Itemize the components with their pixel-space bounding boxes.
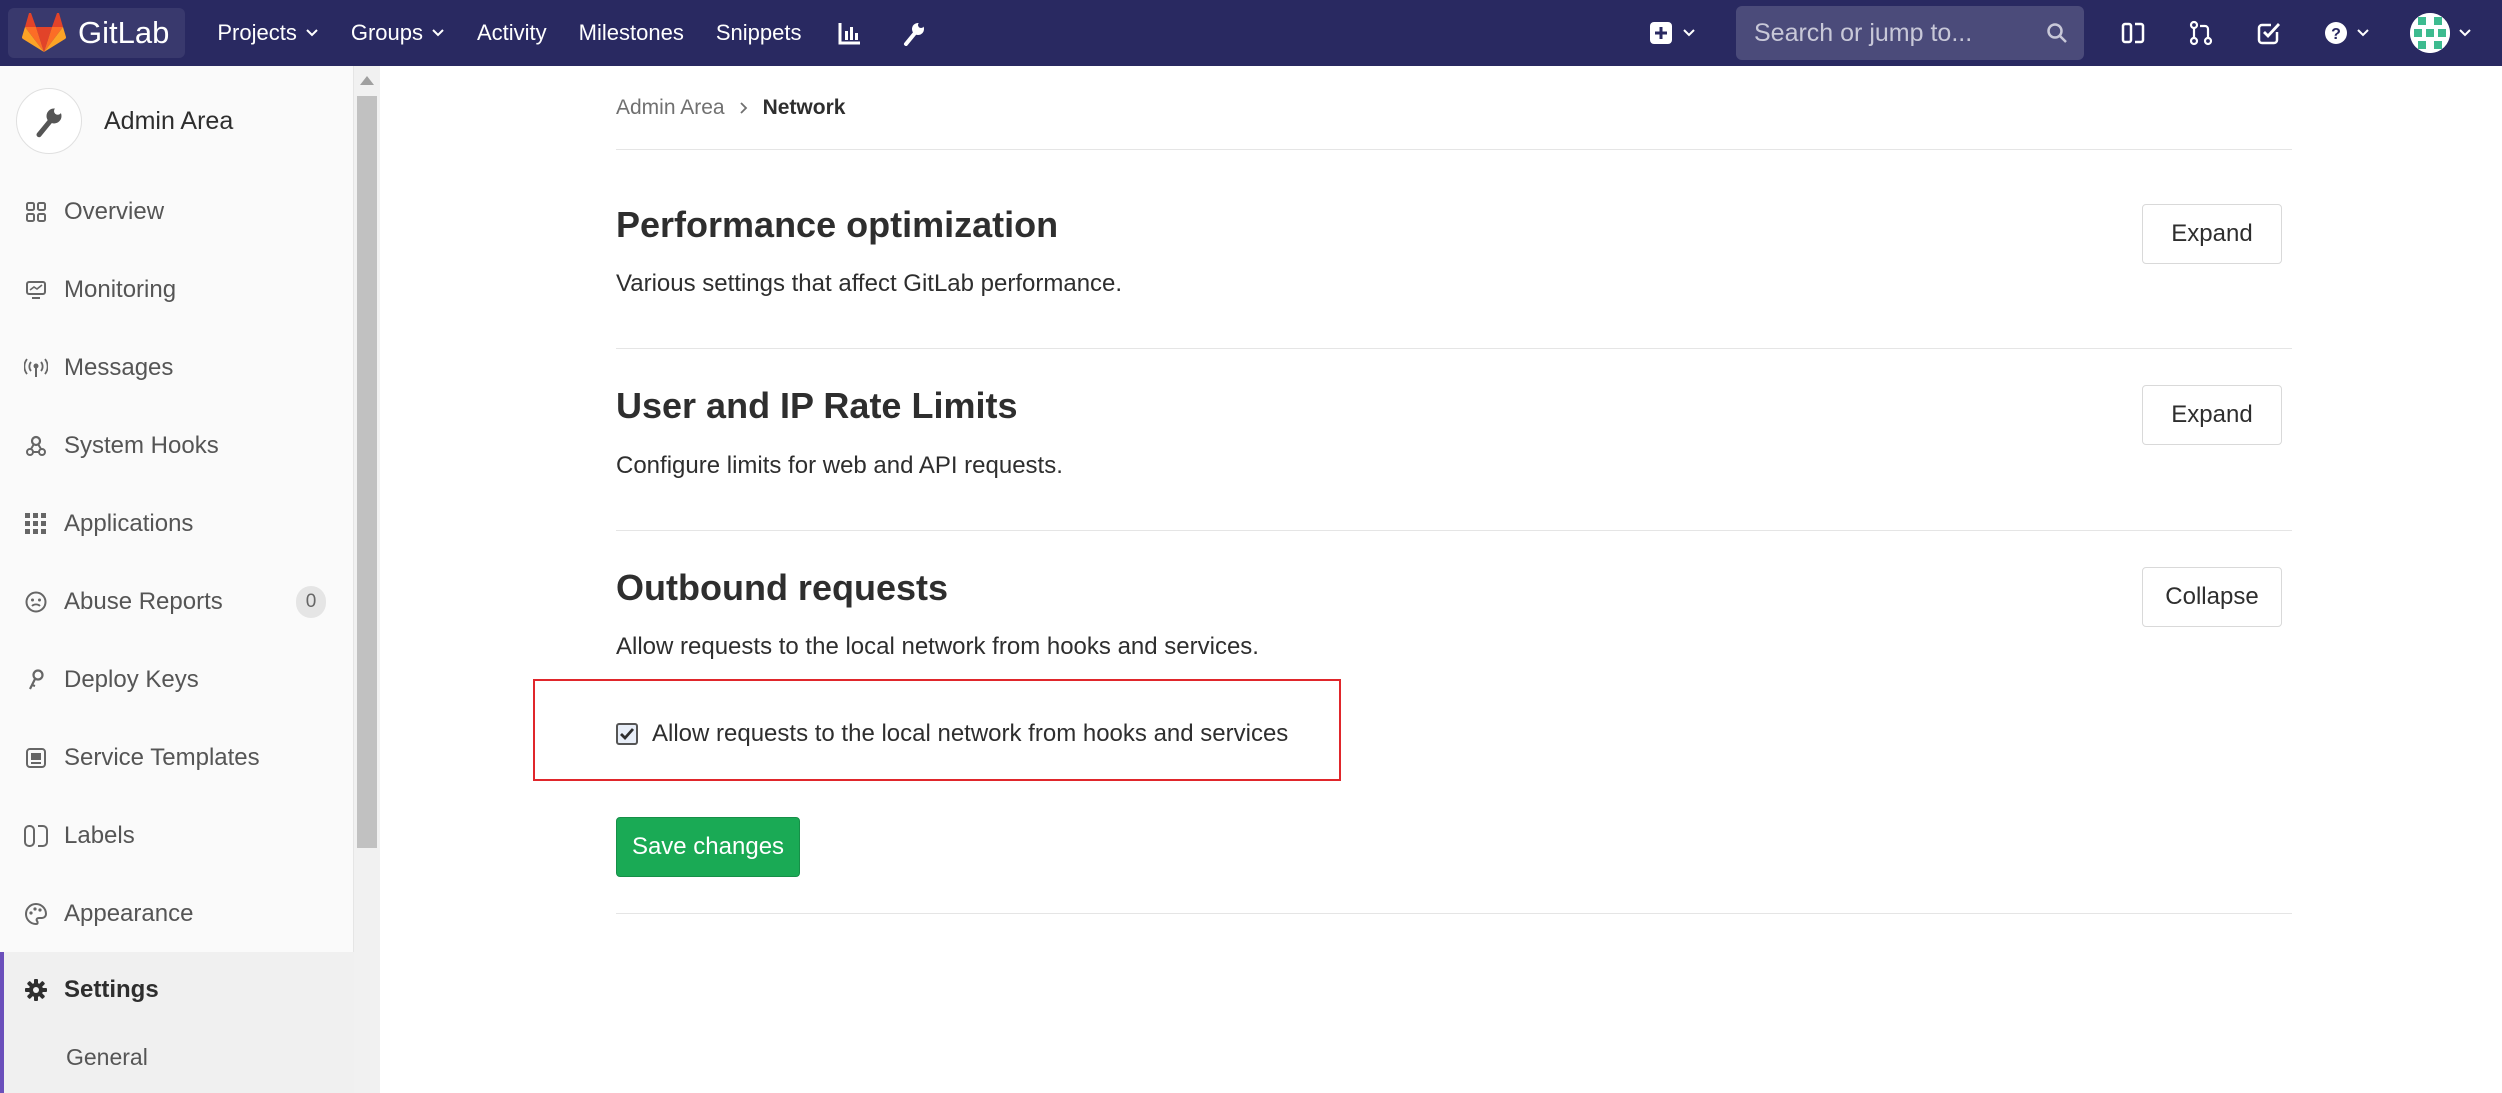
- abuse-reports-count-badge: 0: [296, 586, 326, 618]
- scrollbar-thumb[interactable]: [357, 96, 377, 848]
- sidebar-item-system-hooks[interactable]: System Hooks: [0, 416, 354, 476]
- groups-menu-label: Groups: [350, 20, 423, 45]
- plus-square-icon: [1650, 22, 1672, 44]
- search-box[interactable]: [1736, 6, 2084, 60]
- apps-grid-icon: [24, 512, 48, 536]
- checkmark-icon: [620, 728, 635, 741]
- divider: [616, 348, 2292, 349]
- help-icon: ?: [2325, 22, 2347, 44]
- scroll-up-arrow-icon[interactable]: [360, 76, 374, 85]
- top-navbar: GitLab Projects Groups Activity Mileston…: [0, 0, 2502, 66]
- user-avatar: [2410, 13, 2450, 53]
- breadcrumb: Admin Area Network: [616, 96, 845, 120]
- hook-icon: [24, 434, 48, 458]
- wrench-icon[interactable]: [901, 20, 927, 46]
- user-menu[interactable]: [2410, 13, 2472, 53]
- collapse-outbound-button[interactable]: Collapse: [2142, 567, 2282, 627]
- sidebar-item-service-templates[interactable]: Service Templates: [0, 728, 354, 788]
- wrench-icon: [36, 107, 62, 138]
- divider: [616, 149, 2292, 150]
- projects-menu[interactable]: Projects: [217, 20, 318, 46]
- sidebar-item-applications[interactable]: Applications: [0, 494, 354, 554]
- sidebar-item-label: System Hooks: [64, 432, 219, 459]
- sidebar-item-label: Messages: [64, 354, 174, 381]
- chart-icon[interactable]: [837, 20, 863, 46]
- section-title-performance: Performance optimization: [616, 204, 1059, 245]
- section-desc-performance: Various settings that affect GitLab perf…: [616, 270, 1123, 297]
- search-icon: [2047, 23, 2067, 43]
- merge-request-icon[interactable]: [2186, 18, 2216, 48]
- sidebar-header[interactable]: Admin Area: [16, 88, 233, 154]
- chevron-down-icon: [432, 29, 444, 37]
- divider: [616, 530, 2292, 531]
- sidebar-item-label: Monitoring: [64, 276, 177, 303]
- section-title-outbound: Outbound requests: [616, 567, 948, 608]
- svg-text:?: ?: [2331, 26, 2341, 43]
- gitlab-logo-icon: [22, 13, 66, 52]
- sidebar-item-messages[interactable]: Messages: [0, 338, 354, 398]
- todo-icon[interactable]: [2254, 18, 2284, 48]
- allow-local-requests-checkbox[interactable]: [616, 723, 638, 745]
- sidebar-item-deploy-keys[interactable]: Deploy Keys: [0, 650, 354, 710]
- admin-sidebar: Admin Area Overview Monitoring Messages …: [0, 66, 354, 1093]
- expand-rate-limits-button[interactable]: Expand: [2142, 385, 2282, 445]
- gear-icon: [24, 978, 48, 1002]
- groups-menu[interactable]: Groups: [351, 20, 445, 46]
- expand-performance-button[interactable]: Expand: [2142, 204, 2282, 264]
- sidebar-item-label: Appearance: [64, 900, 194, 927]
- sidebar-subitem-general[interactable]: General: [66, 1044, 148, 1071]
- broadcast-icon: [24, 356, 48, 380]
- sidebar-item-label: Deploy Keys: [64, 666, 199, 693]
- grid-icon: [24, 200, 48, 224]
- sidebar-item-appearance[interactable]: Appearance: [0, 884, 354, 944]
- sidebar-item-label: Service Templates: [64, 744, 260, 771]
- milestones-link[interactable]: Milestones: [579, 20, 684, 46]
- face-icon: [24, 590, 48, 614]
- sidebar-item-monitoring[interactable]: Monitoring: [0, 260, 354, 320]
- allow-local-requests-label[interactable]: Allow requests to the local network from…: [652, 720, 1288, 748]
- admin-area-avatar: [16, 88, 82, 154]
- settings-submenu: General: [0, 1028, 354, 1093]
- issues-icon[interactable]: [2118, 18, 2148, 48]
- section-desc-rate-limits: Configure limits for web and API request…: [616, 452, 1063, 479]
- new-dropdown[interactable]: [1650, 22, 1696, 44]
- sidebar-item-label: Overview: [64, 198, 165, 225]
- chevron-down-icon: [2357, 29, 2369, 37]
- monitor-icon: [24, 278, 48, 302]
- projects-menu-label: Projects: [217, 20, 297, 45]
- snippets-link[interactable]: Snippets: [716, 20, 802, 46]
- brand-name: GitLab: [78, 15, 170, 50]
- section-desc-outbound: Allow requests to the local network from…: [616, 633, 1259, 660]
- template-icon: [24, 746, 48, 770]
- divider: [616, 913, 2292, 914]
- gitlab-home-link[interactable]: GitLab: [8, 8, 186, 58]
- sidebar-item-abuse-reports[interactable]: Abuse Reports 0: [0, 572, 354, 632]
- section-title-rate-limits: User and IP Rate Limits: [616, 385, 1018, 426]
- sidebar-item-label: Labels: [64, 822, 135, 849]
- sidebar-item-labels[interactable]: Labels: [0, 806, 354, 866]
- help-dropdown[interactable]: ?: [2322, 18, 2372, 48]
- breadcrumb-admin-area[interactable]: Admin Area: [616, 96, 725, 120]
- sidebar-item-label: Abuse Reports: [64, 588, 223, 615]
- save-changes-button[interactable]: Save changes: [616, 817, 800, 877]
- chevron-down-icon: [306, 29, 318, 37]
- sidebar-item-label: Applications: [64, 510, 194, 537]
- breadcrumb-current: Network: [762, 96, 846, 119]
- palette-icon: [24, 902, 48, 926]
- sidebar-title: Admin Area: [104, 106, 234, 135]
- sidebar-item-settings[interactable]: Settings: [0, 952, 354, 1028]
- search-input[interactable]: [1752, 17, 2036, 49]
- chevron-right-icon: [739, 102, 747, 114]
- activity-link[interactable]: Activity: [477, 20, 547, 46]
- sidebar-item-overview[interactable]: Overview: [0, 182, 354, 242]
- chevron-down-icon: [2459, 29, 2471, 37]
- key-icon: [24, 668, 48, 692]
- sidebar-item-label: Settings: [64, 976, 159, 1003]
- labels-icon: [24, 824, 48, 848]
- allow-local-requests-option[interactable]: Allow requests to the local network from…: [616, 720, 1288, 748]
- chevron-down-icon: [1683, 29, 1695, 37]
